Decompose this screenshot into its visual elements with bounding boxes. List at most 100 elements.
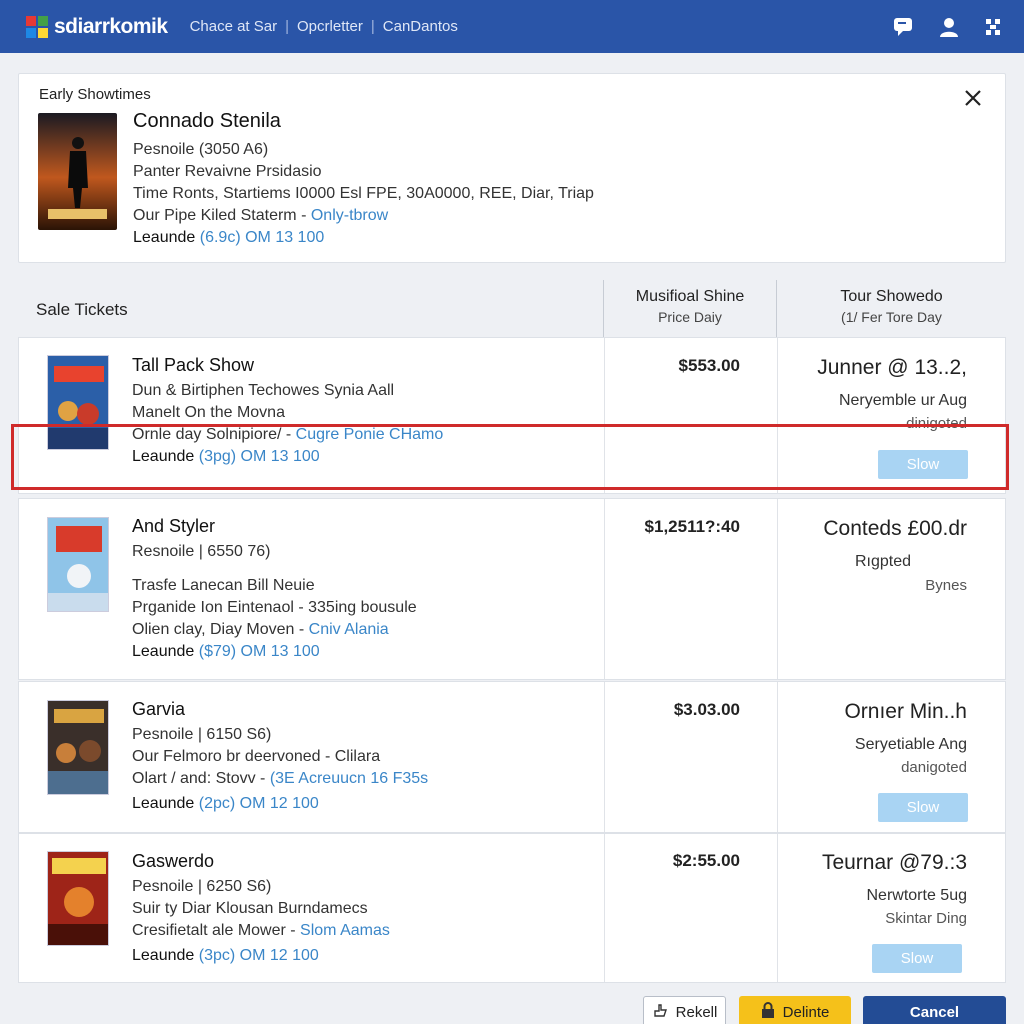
- event-poster[interactable]: [38, 113, 117, 230]
- event-link[interactable]: Only-tbrow: [311, 207, 388, 224]
- show-line: Manelt On the Movna: [132, 404, 285, 421]
- show-subtitle: Resnoile | 6550 76): [132, 543, 271, 560]
- event-line-text: Our Pipe Kiled Staterm -: [133, 207, 311, 224]
- table-row[interactable]: Tall Pack Show Dun & Birtiphen Techowes …: [18, 337, 1006, 494]
- show-title: Gaswerdo: [132, 851, 215, 871]
- show-title: Garvia: [132, 699, 186, 719]
- tour-info: Teurnar @79.:3 Nerwtorte 5ug Skintar Din…: [779, 851, 1007, 927]
- column-divider: [777, 338, 778, 493]
- show-subtitle: Dun & Birtiphen Techowes Synia Aall: [132, 382, 395, 399]
- leaunde-label: Leaunde: [132, 947, 195, 964]
- show-line: Ornle day Solnipiore/ - Cugre Ponie CHam…: [132, 424, 443, 446]
- tour-info: Conteds £00.dr Rıgpted Bynes: [779, 517, 1007, 594]
- nav-separator: |: [285, 18, 290, 35]
- show-line: Leaunde (2pc) OM 12 100: [132, 793, 428, 815]
- column-header-title: Tour Showedo: [840, 288, 943, 305]
- table-row[interactable]: Garvia Pesnoile | 6150 S6) Our Felmoro b…: [18, 681, 1006, 833]
- show-line: Olien clay, Diay Moven - Cniv Alania: [132, 619, 417, 641]
- user-icon[interactable]: [938, 16, 960, 38]
- event-leaunde-label: Leaunde: [133, 229, 196, 246]
- rekell-label: Rekell: [675, 1003, 718, 1021]
- tour-date: Teurnar @79.:3: [821, 851, 967, 874]
- show-line-text: Ornle day Solnipiore/ -: [132, 426, 296, 443]
- nav-link-1[interactable]: Chace at Sar: [190, 18, 278, 35]
- show-poster[interactable]: [47, 851, 109, 946]
- show-line: Trasfe Lanecan Bill Neuie: [132, 577, 315, 594]
- event-subtitle: Pesnoile (3050 A6): [133, 141, 269, 158]
- show-info: And Styler Resnoile | 6550 76) Trasfe La…: [132, 516, 417, 663]
- column-divider: [777, 834, 778, 982]
- column-header-tour: Tour Showedo (1/ Fer Tore Day: [776, 280, 1006, 337]
- settings-icon[interactable]: [984, 17, 1002, 37]
- nav-link-3[interactable]: CanDantos: [383, 18, 458, 35]
- column-divider: [604, 338, 605, 493]
- column-divider: [604, 834, 605, 982]
- column-header-sub: Price Daiy: [658, 309, 722, 325]
- show-line-text: Cresifietalt ale Mower -: [132, 922, 301, 939]
- tour-detail: Nerwtorte 5ug: [866, 887, 968, 904]
- column-header-title: Musifioal Shine: [635, 288, 745, 305]
- close-icon[interactable]: [961, 86, 985, 110]
- show-line: Olart / and: Stovv - (3E Acreuucn 16 F35…: [132, 768, 428, 790]
- show-price: $553.00: [678, 356, 740, 375]
- event-line: Time Ronts, Startiems I0000 Esl FPE, 30A…: [133, 185, 594, 202]
- show-title: And Styler: [132, 516, 216, 536]
- show-subtitle: Pesnoile | 6250 S6): [132, 878, 272, 895]
- show-poster[interactable]: [47, 355, 109, 450]
- slow-button[interactable]: Slow: [872, 944, 962, 973]
- sale-tickets-header: Sale Tickets: [36, 300, 128, 319]
- slow-button[interactable]: Slow: [878, 450, 968, 479]
- show-price: $2:55.00: [672, 851, 740, 870]
- tour-detail: Rıgpted: [854, 553, 911, 570]
- tour-date: Junner @ 13..2,: [817, 356, 967, 379]
- tour-date: Conteds £00.dr: [823, 517, 967, 540]
- show-line: Prganide Ion Eintenaol - 335ing bousule: [132, 599, 417, 616]
- slow-button[interactable]: Slow: [878, 793, 968, 822]
- chat-icon[interactable]: [892, 16, 914, 38]
- leaunde-value: ($79) OM 13 100: [198, 643, 320, 660]
- show-info: Gaswerdo Pesnoile | 6250 S6) Suir ty Dia…: [132, 851, 390, 967]
- show-poster[interactable]: [47, 700, 109, 795]
- leaunde-value: (3pc) OM 12 100: [198, 947, 319, 964]
- app-name: sdiarrkomik: [54, 14, 168, 38]
- hand-icon: [652, 1002, 668, 1022]
- event-line: Leaunde (6.9c) OM 13 100: [133, 227, 594, 249]
- tour-status: Bynes: [925, 577, 967, 594]
- logo-mark-icon: [26, 15, 48, 38]
- table-header: Sale Tickets Musifioal Shine Price Daiy …: [18, 280, 1006, 337]
- show-link[interactable]: Slom Aamas: [300, 922, 390, 939]
- show-info: Tall Pack Show Dun & Birtiphen Techowes …: [132, 355, 443, 468]
- rekell-button[interactable]: Rekell: [643, 996, 726, 1024]
- delinte-button[interactable]: Delinte: [739, 996, 851, 1024]
- event-leaunde-value: (6.9c) OM 13 100: [199, 229, 325, 246]
- cancel-button[interactable]: Cancel: [863, 996, 1006, 1024]
- show-line: Leaunde (3pg) OM 13 100: [132, 446, 443, 468]
- event-line: Our Pipe Kiled Staterm - Only-tbrow: [133, 205, 594, 227]
- show-line: Leaunde (3pc) OM 12 100: [132, 945, 390, 967]
- column-divider: [604, 682, 605, 832]
- show-title: Tall Pack Show: [132, 355, 255, 375]
- tour-status: Skintar Ding: [885, 910, 967, 927]
- tour-status: dinigoted: [906, 415, 967, 432]
- event-line: Panter Revaivne Prsidasio: [133, 163, 322, 180]
- show-poster[interactable]: [47, 517, 109, 612]
- nav-link-2[interactable]: Opcrletter: [297, 18, 363, 35]
- app-logo[interactable]: sdiarrkomik: [26, 15, 168, 39]
- show-link[interactable]: Cugre Ponie CHamo: [296, 426, 444, 443]
- table-row[interactable]: Gaswerdo Pesnoile | 6250 S6) Suir ty Dia…: [18, 833, 1006, 983]
- tour-info: Junner @ 13..2, Neryemble ur Aug dinigot…: [779, 356, 1007, 432]
- tour-date: Ornıer Min..h: [844, 700, 967, 723]
- show-line-text: Olart / and: Stovv -: [132, 770, 270, 787]
- top-bar: sdiarrkomik Chace at Sar | Opcrletter | …: [0, 0, 1024, 53]
- top-icons: [892, 0, 1002, 53]
- show-link[interactable]: Cniv Alania: [309, 621, 389, 638]
- event-title: Connado Stenila: [133, 110, 281, 132]
- table-row[interactable]: And Styler Resnoile | 6550 76) Trasfe La…: [18, 498, 1006, 680]
- column-divider: [777, 499, 778, 679]
- show-line: Cresifietalt ale Mower - Slom Aamas: [132, 920, 390, 942]
- show-link[interactable]: (3E Acreuucn 16 F35s: [270, 770, 428, 787]
- column-header-price: Musifioal Shine Price Daiy: [603, 280, 776, 337]
- tour-status: danigoted: [901, 759, 967, 776]
- top-nav: Chace at Sar | Opcrletter | CanDantos: [190, 18, 458, 35]
- show-line-text: Olien clay, Diay Moven -: [132, 621, 309, 638]
